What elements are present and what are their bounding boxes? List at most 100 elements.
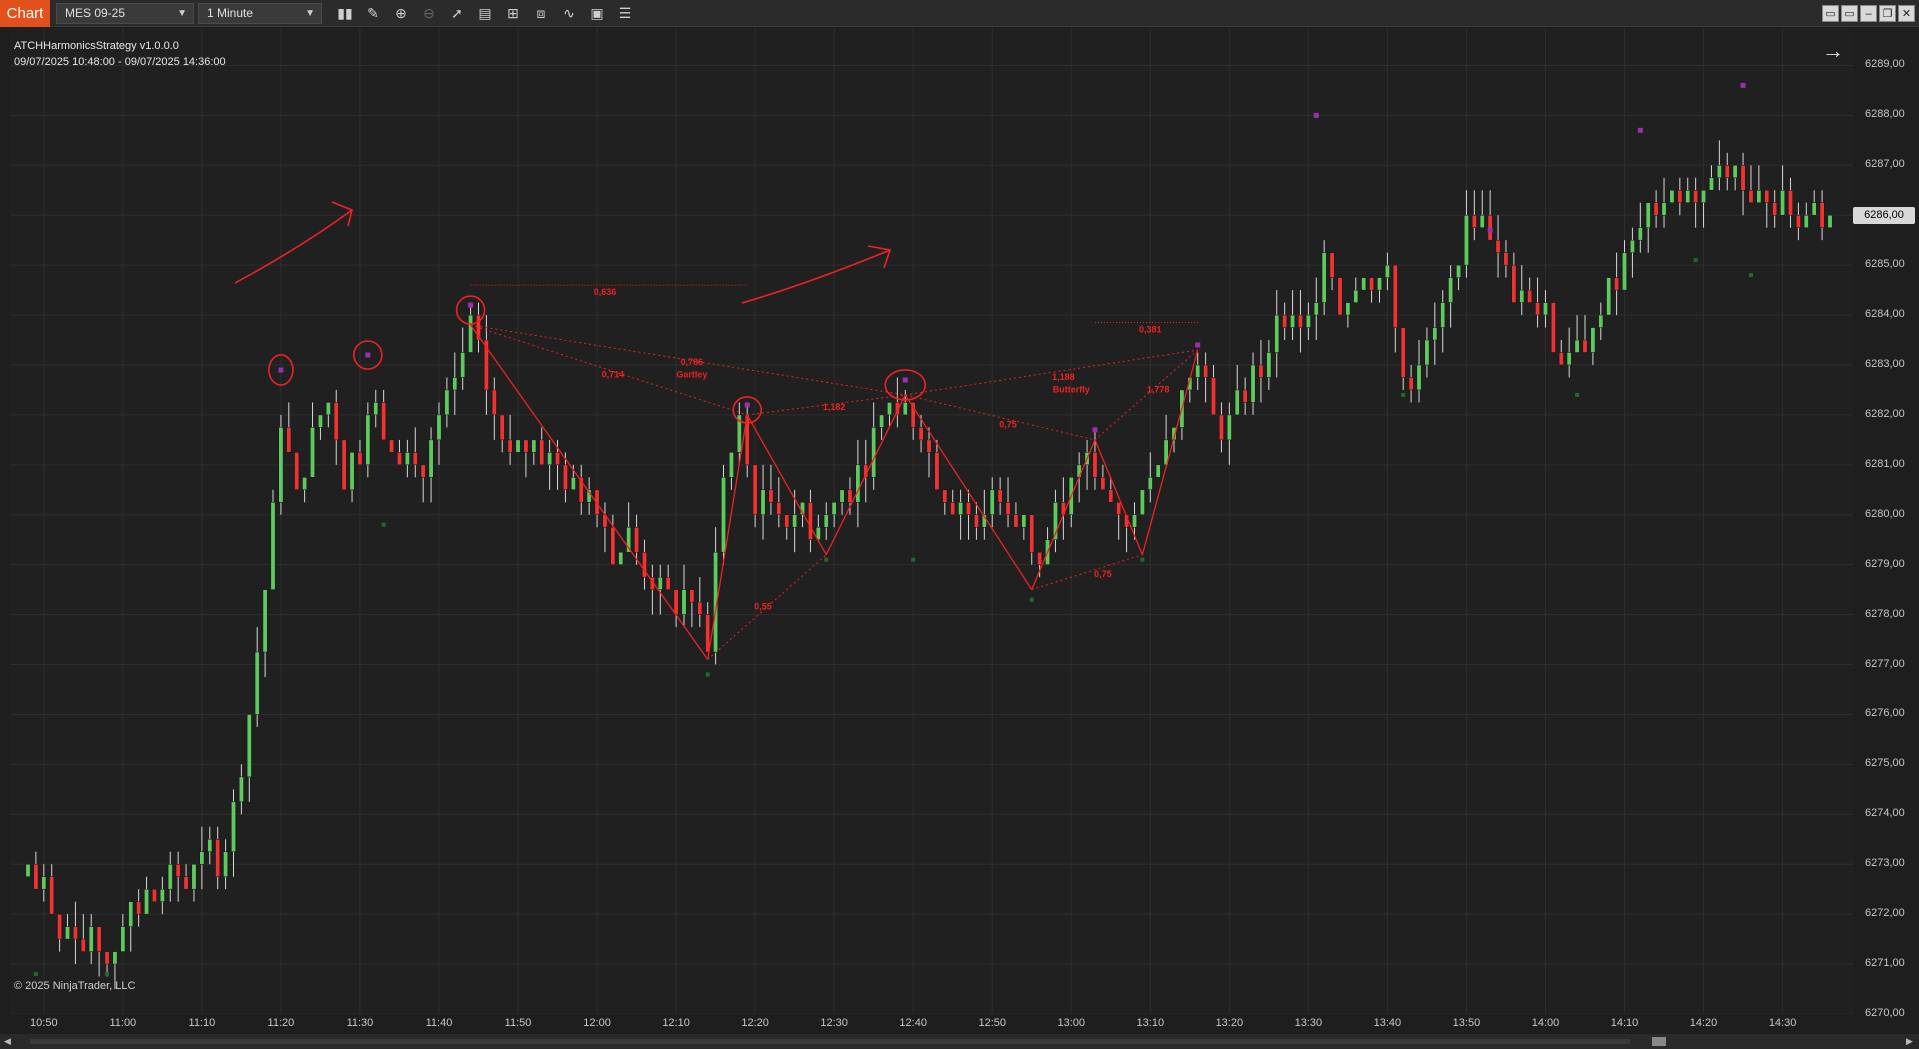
scroll-thumb[interactable] (1652, 1037, 1666, 1046)
price-tick: 6282,00 (1865, 407, 1905, 420)
scroll-right-icon[interactable]: ▶ (1906, 1036, 1913, 1047)
drawing-tool-icon[interactable]: ✎ (361, 3, 385, 24)
time-axis[interactable]: 10:50 11:00 11:10 11:20 11:30 11:40 11:50 12:00… (0, 1014, 1853, 1034)
candle-body (973, 514, 979, 528)
price-chart[interactable]: 0,636 0,714 0,786 Gartley 1,182 0,55 0,381 1,18… (10, 28, 1853, 1014)
pivot-high-marker (278, 367, 284, 373)
candle-body (570, 477, 576, 491)
zoom-out-icon[interactable]: ⊖ (417, 3, 441, 24)
price-axis[interactable]: 6289,00 6288,00 6287,00 6286,00 6285,00 6284,… (1853, 28, 1919, 1019)
candle-body (1479, 214, 1485, 228)
instrument-selector[interactable]: MES 09-25 ▼ (56, 3, 194, 24)
candle-body (428, 439, 434, 478)
candle-body (610, 526, 616, 565)
candle-body (1432, 327, 1438, 341)
candle-body (1155, 464, 1161, 478)
annotation-arrow (741, 249, 891, 304)
price-tick: 6284,00 (1865, 308, 1905, 321)
chart-panel[interactable]: 0,636 0,714 0,786 Gartley 1,182 0,55 0,381 1,18… (10, 28, 1853, 1014)
time-tick: 12:00 (583, 1017, 611, 1029)
candle-body (1464, 214, 1469, 266)
indicators-icon[interactable]: ∿ (557, 3, 581, 24)
candle-body (1108, 489, 1114, 503)
candle-body (404, 452, 410, 466)
pivot-high-marker (902, 377, 908, 383)
arrow-right-icon[interactable]: → (1822, 38, 1844, 64)
candle-body (1424, 339, 1430, 366)
candle-body (1748, 190, 1754, 203)
candle-body (855, 464, 861, 503)
time-tick: 11:00 (109, 1017, 137, 1029)
candle-body (128, 901, 134, 927)
candle-body (1764, 190, 1770, 203)
pivot-high-marker (1313, 112, 1319, 118)
pivot-low-marker (824, 557, 829, 562)
candle-body (1076, 464, 1082, 478)
candle-body (752, 464, 758, 516)
candle-body (1629, 239, 1635, 253)
time-tick: 12:20 (741, 1017, 769, 1029)
candle-body (918, 427, 924, 441)
time-tick: 13:10 (1136, 1017, 1165, 1029)
chart-trader-icon[interactable]: ⊞ (501, 3, 525, 24)
candle-body (1701, 190, 1706, 203)
candle-body (902, 402, 908, 416)
candle-body (112, 951, 118, 965)
horizontal-scrollbar[interactable]: ◀ ▶ (0, 1034, 1919, 1049)
candle-body (768, 489, 774, 503)
candle-body (926, 439, 932, 453)
zoom-in-icon[interactable]: ⊕ (389, 3, 413, 24)
candle-body (1709, 177, 1714, 191)
candle-body (839, 489, 845, 503)
candle-body (887, 402, 892, 416)
candle-body (1100, 477, 1106, 491)
candle-body (1677, 190, 1683, 203)
candle-body (1558, 352, 1564, 366)
candle-body (341, 439, 347, 491)
pivot-high-marker (1092, 427, 1098, 433)
gartley-ratio-label: 0,714 (602, 369, 625, 379)
candle-body (389, 439, 394, 453)
candle-body (270, 502, 276, 590)
time-tick: 11:10 (188, 1017, 216, 1029)
time-tick: 13:00 (1057, 1017, 1086, 1029)
candle-body (1780, 190, 1786, 216)
data-box-icon[interactable]: ▤ (473, 3, 497, 24)
close-icon[interactable]: ✕ (1898, 5, 1915, 22)
candle-body (25, 863, 31, 877)
window-tile-icon-2[interactable]: ▭ (1841, 5, 1858, 22)
time-tick: 14:00 (1531, 1017, 1560, 1029)
candle-body (1653, 202, 1659, 216)
strategies-icon[interactable]: ⧈ (529, 3, 553, 24)
minimize-icon[interactable]: – (1860, 5, 1877, 22)
strategy-range: 09/07/2025 10:48:00 - 09/07/2025 14:36:0… (14, 56, 226, 68)
candle-body (1329, 252, 1335, 278)
candle-body (223, 851, 229, 877)
candle-body (238, 776, 244, 803)
annotation-arrow (234, 209, 353, 284)
candle-body (1590, 327, 1596, 353)
pointer-icon[interactable]: ➚ (445, 3, 469, 24)
scroll-left-icon[interactable]: ◀ (4, 1036, 11, 1047)
templates-icon[interactable]: ▣ (585, 3, 609, 24)
pivot-low-marker (33, 972, 38, 977)
price-tick: 6279,00 (1865, 557, 1905, 570)
price-tick: 6287,00 (1865, 158, 1905, 171)
properties-icon[interactable]: ☰ (613, 3, 637, 24)
pivot-low-marker (1693, 258, 1698, 263)
restore-icon[interactable]: ❐ (1879, 5, 1896, 22)
bars-type-icon[interactable]: ▮▮ (333, 3, 357, 24)
candle-body (452, 377, 458, 391)
candle-body (1369, 277, 1375, 291)
gartley-ratio-label: 1,182 (823, 402, 846, 412)
window-tile-icon[interactable]: ▭ (1822, 5, 1839, 22)
chart-tab[interactable]: Chart (0, 0, 50, 27)
candle-body (665, 576, 671, 590)
candle-body (1321, 252, 1327, 303)
scroll-track[interactable] (30, 1039, 1630, 1044)
candle-body (1290, 314, 1295, 328)
candle-body (531, 439, 537, 453)
butterfly-ratio-label: 1,188 (1052, 372, 1075, 382)
interval-selector[interactable]: 1 Minute ▼ (198, 3, 322, 24)
candle-body (950, 502, 956, 516)
